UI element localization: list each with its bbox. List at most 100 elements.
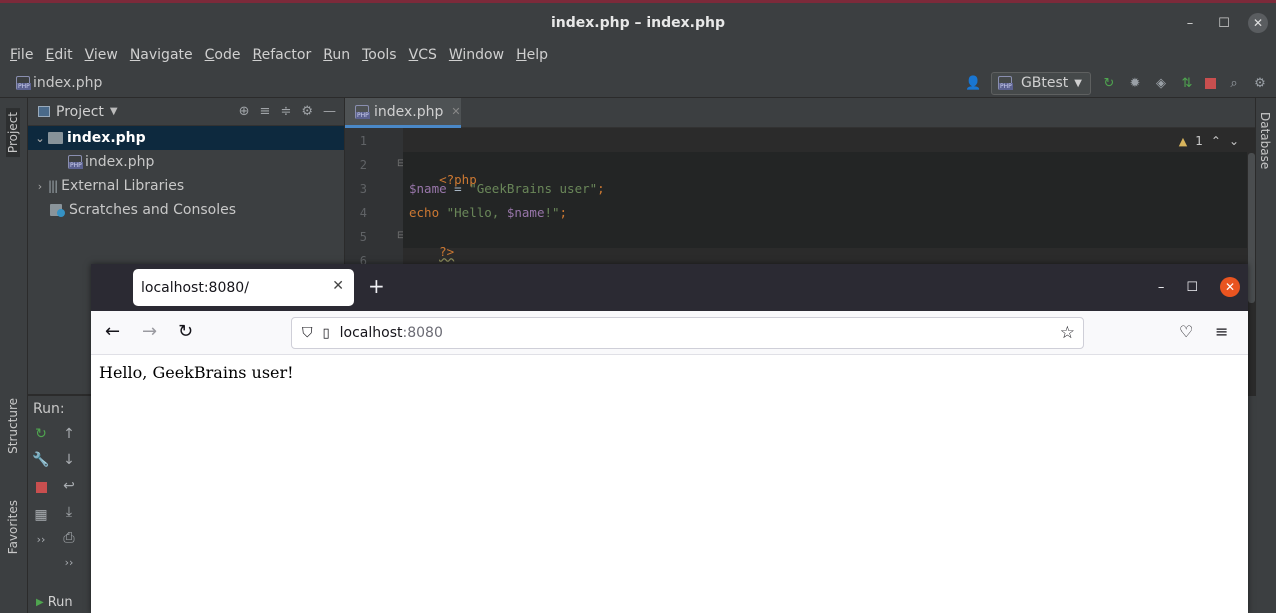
page-info-icon[interactable]: ▯	[323, 326, 330, 341]
scroll-to-end-icon[interactable]: ⤓	[66, 504, 72, 520]
menu-edit[interactable]: Edit	[45, 47, 72, 63]
stop-icon[interactable]	[1205, 77, 1216, 89]
gear-icon[interactable]: ⚙	[1252, 76, 1268, 91]
menu-icon[interactable]: ≡	[1215, 322, 1228, 342]
chevron-up-icon[interactable]: ⌃	[1211, 134, 1221, 148]
stop-icon[interactable]	[35, 482, 47, 493]
code-line-3: $name = "GeekBrains user";	[409, 181, 605, 196]
maximize-icon[interactable]: ☐	[1214, 16, 1234, 31]
print-icon[interactable]: ⎙	[63, 530, 74, 546]
menu-file[interactable]: File	[10, 47, 33, 63]
menu-tools[interactable]: Tools	[362, 47, 397, 63]
code-semicolon: ;	[559, 205, 568, 220]
scrollbar-thumb[interactable]	[1248, 153, 1255, 303]
chevron-down-icon[interactable]: ▼	[110, 106, 118, 117]
more-icon[interactable]: ››	[37, 533, 46, 546]
main-toolbar: 👤 GBtest ▼ ↻ ✹ ◈ ⇅ ⌕ ⚙	[965, 71, 1268, 95]
minimize-icon[interactable]: –	[1158, 280, 1165, 295]
page-output-text: Hello, GeekBrains user!	[99, 363, 294, 382]
run-actions-left: ↻ 🔧 ▦ ››	[28, 426, 54, 546]
run-config-select[interactable]: GBtest ▼	[990, 71, 1091, 95]
php-config-icon	[997, 76, 1013, 90]
minimize-icon[interactable]: –	[1180, 16, 1200, 31]
chevron-right-icon[interactable]: ›	[32, 180, 48, 193]
locate-icon[interactable]: ⊕	[239, 104, 250, 119]
close-icon[interactable]: ✕	[1220, 277, 1240, 297]
code-variable: $name	[506, 205, 545, 220]
menu-navigate[interactable]: Navigate	[130, 47, 193, 63]
debug-icon[interactable]: ✹	[1127, 76, 1143, 91]
project-panel-title[interactable]: Project	[56, 104, 104, 120]
menu-run[interactable]: Run	[323, 47, 350, 63]
search-icon[interactable]: ⌕	[1226, 76, 1242, 91]
folder-icon	[48, 132, 63, 144]
window-title: index.php – index.php	[550, 14, 726, 31]
chevron-down-icon[interactable]: ⌄	[1229, 134, 1239, 148]
php-block-highlight	[403, 152, 1247, 248]
browser-window: localhost:8080/ ✕ + – ☐ ✕ ← → ↻ ⛉ ▯ loca…	[91, 264, 1248, 613]
warning-count: 1	[1195, 134, 1203, 148]
menu-code[interactable]: Code	[205, 47, 241, 63]
menu-view[interactable]: View	[85, 47, 118, 63]
run-actions-right: ↑ ↓ ↩ ⤓ ⎙ ››	[56, 426, 82, 569]
tree-item-external-libraries[interactable]: › ||| External Libraries	[28, 174, 344, 198]
menu-window[interactable]: Window	[449, 47, 504, 63]
hide-icon[interactable]: —	[323, 104, 336, 119]
line-number: 5	[359, 230, 367, 244]
bookmark-star-icon[interactable]: ☆	[1060, 323, 1075, 343]
rerun-icon[interactable]: ↻	[35, 426, 47, 442]
menu-vcs[interactable]: VCS	[409, 47, 437, 63]
code-string: "Hello,	[439, 205, 507, 220]
wrench-icon[interactable]: 🔧	[32, 452, 49, 468]
attach-icon[interactable]: ⇅	[1179, 76, 1195, 91]
close-tab-icon[interactable]: ✕	[332, 278, 344, 294]
close-icon[interactable]: ✕	[1248, 13, 1268, 33]
expand-all-icon[interactable]: ≡	[260, 104, 271, 119]
pocket-icon[interactable]: ♡	[1179, 322, 1193, 342]
layout-icon[interactable]: ▦	[34, 507, 47, 523]
tree-item-label: index.php	[67, 130, 146, 146]
arrow-up-icon[interactable]: ↑	[63, 426, 75, 442]
tree-item-php-file[interactable]: index.php	[28, 150, 344, 174]
run-icon: ▶	[36, 596, 44, 608]
maximize-icon[interactable]: ☐	[1186, 280, 1198, 295]
run-tool-label: Run	[47, 594, 73, 610]
inspection-widget[interactable]: ▲ 1 ⌃ ⌄	[1179, 134, 1239, 148]
tab-project[interactable]: Project	[6, 108, 20, 158]
more-icon[interactable]: ››	[65, 556, 74, 569]
collapse-all-icon[interactable]: ≑	[280, 104, 291, 119]
tab-database[interactable]: Database	[1258, 112, 1272, 169]
ide-window-controls: – ☐ ✕	[1180, 13, 1268, 33]
address-bar[interactable]: ⛉ ▯ localhost:8080 ☆	[291, 317, 1084, 349]
reload-button[interactable]: ↻	[178, 322, 193, 342]
breadcrumb-file[interactable]: index.php	[33, 75, 102, 91]
coverage-icon[interactable]: ◈	[1153, 76, 1169, 91]
tree-item-root-folder[interactable]: ⌄ index.php	[28, 126, 344, 150]
code-string: "GeekBrains user"	[469, 181, 598, 196]
browser-toolbar: ← → ↻ ⛉ ▯ localhost:8080 ☆ ♡ ≡	[91, 311, 1248, 355]
browser-tab[interactable]: localhost:8080/ ✕	[133, 269, 354, 306]
arrow-down-icon[interactable]: ↓	[63, 452, 75, 468]
gear-icon[interactable]: ⚙	[301, 104, 313, 119]
menu-help[interactable]: Help	[516, 47, 548, 63]
line-number: 1	[359, 134, 367, 148]
tree-item-label: index.php	[85, 154, 155, 170]
menu-refactor[interactable]: Refactor	[252, 47, 311, 63]
user-icon[interactable]: 👤	[965, 76, 981, 91]
back-button[interactable]: ←	[105, 322, 120, 342]
editor-tab-bar: index.php ✕	[345, 98, 1255, 128]
chevron-down-icon[interactable]: ⌄	[32, 132, 48, 145]
shield-icon[interactable]: ⛉	[302, 325, 313, 341]
soft-wrap-icon[interactable]: ↩	[63, 478, 75, 494]
rerun-icon[interactable]: ↻	[1101, 76, 1117, 91]
forward-button[interactable]: →	[142, 322, 157, 342]
editor-tab-index-php[interactable]: index.php ✕	[345, 98, 461, 128]
run-tool-button[interactable]: ▶ Run	[28, 591, 90, 613]
new-tab-button[interactable]: +	[368, 275, 385, 297]
close-tab-icon[interactable]: ✕	[451, 105, 460, 118]
tree-item-scratches[interactable]: Scratches and Consoles	[28, 198, 344, 222]
editor-tab-label: index.php	[374, 103, 444, 120]
tab-favorites[interactable]: Favorites	[6, 500, 20, 554]
code-variable: $name	[409, 181, 447, 196]
tab-structure[interactable]: Structure	[6, 398, 20, 454]
